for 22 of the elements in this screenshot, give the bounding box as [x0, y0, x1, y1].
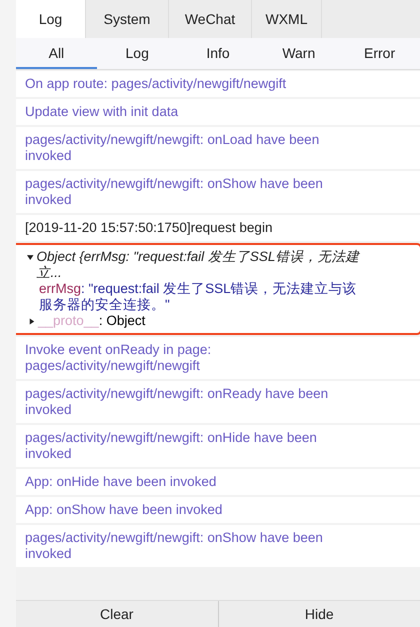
log-entry: [2019-11-20 15:57:50:1750]request begin	[16, 215, 420, 241]
object-summary: Object {errMsg: "request:fail 发生了SSL错误，无法建立...	[36, 249, 360, 281]
log-entry: pages/activity/newgift/newgift: onReady have been invoked	[16, 381, 420, 423]
log-entry: Update view with init data	[16, 99, 420, 125]
log-entry: On app route: pages/activity/newgift/newgift	[16, 71, 420, 97]
expand-triangle-icon[interactable]	[27, 254, 34, 261]
log-entry: pages/activity/newgift/newgift: onHide have been invoked	[16, 425, 420, 467]
log-entry: Invoke event onReady in page: pages/activity/newgift/newgift	[16, 337, 420, 379]
log-entry: pages/activity/newgift/newgift: onShow have been invoked	[16, 171, 420, 213]
filter-tab[interactable]: Warn	[258, 38, 340, 69]
filter-tab[interactable]: Error	[339, 38, 420, 69]
collapse-triangle-icon[interactable]	[29, 318, 35, 325]
property-line: errMsg: "request:fail 发生了SSL错误，无法建立与该服务器的安全连接。"	[38, 281, 358, 313]
filter-tab[interactable]: Log	[96, 38, 178, 69]
filter-tab[interactable]: Info	[178, 38, 258, 69]
filter-tab[interactable]: All	[16, 38, 97, 69]
log-entry: pages/activity/newgift/newgift: onLoad have been invoked	[16, 127, 420, 169]
log-entry: pages/activity/newgift/newgift: onShow have been invoked	[16, 525, 420, 567]
log-entry: App: onShow have been invoked	[16, 497, 420, 523]
tab[interactable]: Log	[16, 0, 86, 38]
log-entry: App: onHide have been invoked	[16, 469, 420, 495]
proto-line: __proto__: Object	[38, 313, 146, 329]
